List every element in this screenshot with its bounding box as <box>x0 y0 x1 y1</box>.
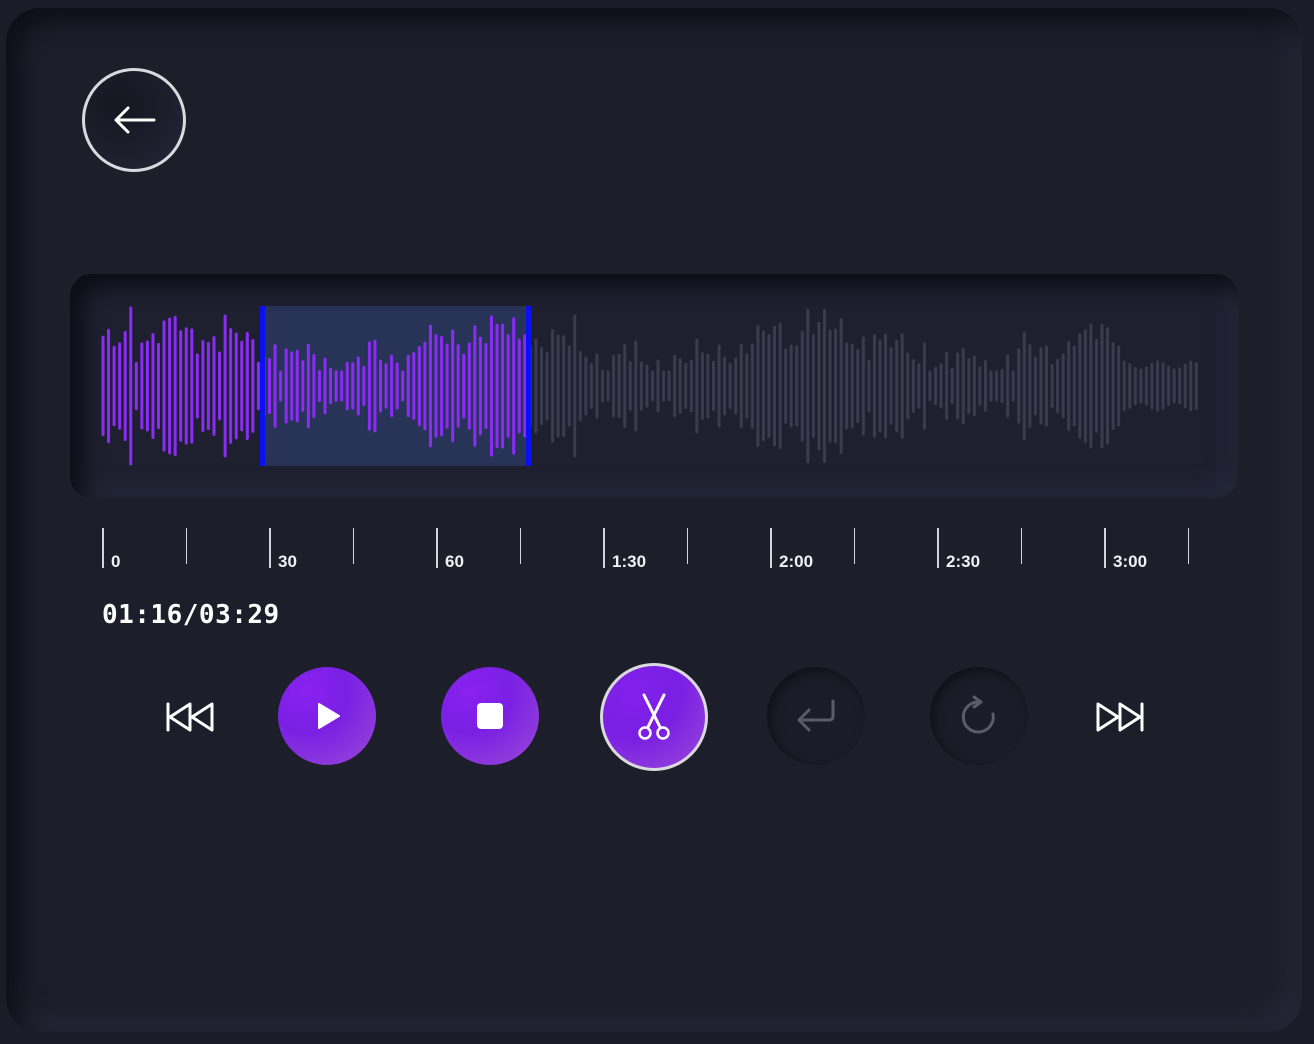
scissors-icon <box>638 693 670 740</box>
minor-tick <box>519 528 521 564</box>
minor-tick <box>686 528 688 564</box>
minor-tick <box>185 528 187 564</box>
major-tick <box>770 528 772 568</box>
timeline-ruler[interactable]: 0 30 60 1:30 2:00 2:30 3:00 <box>0 528 1314 578</box>
timeline-label: 1:30 <box>612 552 647 571</box>
undo-button[interactable] <box>767 667 865 765</box>
major-tick <box>269 528 271 568</box>
timeline-label: 30 <box>278 552 297 571</box>
cut-button[interactable] <box>600 663 708 771</box>
minor-tick <box>853 528 855 564</box>
major-tick <box>937 528 939 568</box>
timeline-label: 60 <box>445 552 464 571</box>
minor-tick <box>1187 528 1189 564</box>
timeline-label: 2:00 <box>779 552 814 571</box>
refresh-icon <box>961 695 995 734</box>
trim-end-handle[interactable] <box>526 306 531 466</box>
minor-tick <box>352 528 354 564</box>
trim-start-handle[interactable] <box>260 306 265 466</box>
stop-icon <box>477 703 503 729</box>
timeline-label: 2:30 <box>946 552 981 571</box>
skip-back-icon <box>166 702 214 732</box>
major-tick <box>436 528 438 568</box>
major-tick <box>603 528 605 568</box>
minor-tick <box>1020 528 1022 564</box>
timeline-label: 3:00 <box>1113 552 1148 571</box>
audio-editor-panel <box>6 8 1302 1032</box>
timeline-label: 0 <box>111 552 121 571</box>
play-button[interactable] <box>278 667 376 765</box>
arrow-left-icon <box>114 106 156 134</box>
waveform[interactable] <box>70 274 1238 498</box>
redo-button[interactable] <box>930 667 1028 765</box>
return-icon <box>797 699 835 732</box>
play-icon <box>318 703 340 729</box>
time-readout: 01:16/03:29 <box>102 600 280 630</box>
major-tick <box>1104 528 1106 568</box>
back-button[interactable] <box>82 68 186 172</box>
major-tick <box>102 528 104 568</box>
skip-forward-icon <box>1096 702 1144 732</box>
stop-button[interactable] <box>441 667 539 765</box>
fast-forward-button[interactable] <box>1092 692 1148 742</box>
rewind-button[interactable] <box>162 692 218 742</box>
waveform-panel[interactable] <box>70 274 1238 498</box>
